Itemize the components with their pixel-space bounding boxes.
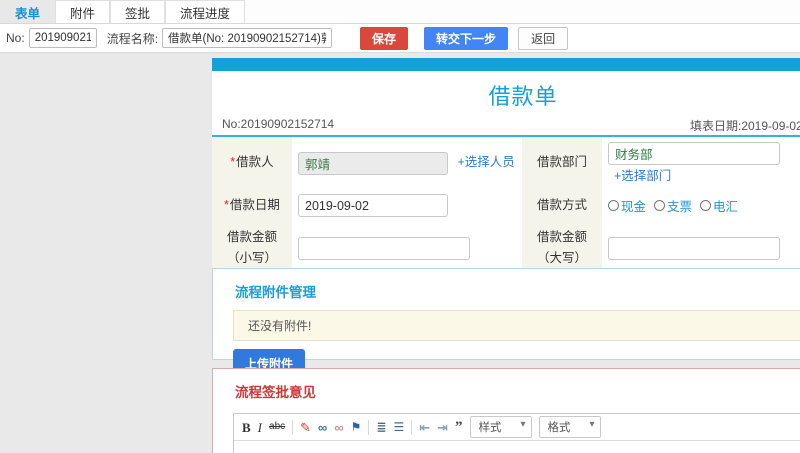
tab-progress[interactable]: 流程进度: [165, 0, 246, 23]
radio-wire-input[interactable]: [700, 200, 712, 211]
indent-icon[interactable]: ⇥: [437, 421, 448, 434]
table-row: *借款人 +选择人员 借款部门 +选择部门: [212, 137, 800, 189]
amount-upper-label: 借款金额（大写）: [536, 230, 587, 266]
form-meta: No:20190902152714 填表日期:2019-09-02 15:27:…: [212, 115, 800, 135]
borrower-label: 借款人: [236, 155, 274, 170]
page-title: 借款单: [488, 84, 558, 109]
toolbar-divider: [292, 419, 294, 435]
approval-title: 流程签批意见: [235, 385, 316, 400]
loan-method-label: 借款方式: [536, 197, 587, 212]
no-input[interactable]: [28, 28, 97, 48]
department-input[interactable]: [608, 142, 780, 165]
outdent-icon[interactable]: ⇤: [419, 421, 430, 434]
attachments-section: 流程附件管理 还没有附件! 上传附件: [212, 268, 800, 378]
borrower-input[interactable]: [298, 151, 448, 175]
select-department-link[interactable]: +选择部门: [614, 169, 671, 183]
loan-date-label: 借款日期: [229, 197, 280, 212]
radio-cash-input[interactable]: [608, 200, 619, 211]
bulleted-list-icon[interactable]: ☰: [393, 421, 404, 433]
table-row: *借款日期 借款方式 现金 支票 电汇: [212, 189, 800, 222]
radio-wire-label: 电汇: [713, 200, 739, 214]
blockquote-icon[interactable]: ”: [455, 419, 463, 435]
flow-name-input[interactable]: [162, 28, 333, 48]
select-person-link[interactable]: +选择人员: [457, 155, 514, 169]
form-header-bar: [212, 58, 800, 71]
attachments-title: 流程附件管理: [235, 285, 316, 300]
next-step-button[interactable]: 转交下一步: [424, 26, 509, 50]
toolbar-divider: [411, 419, 413, 435]
radio-cheque-label: 支票: [667, 200, 693, 214]
form-number: No:20190902152714: [222, 117, 335, 131]
approval-section: 流程签批意见 B I abc ✎ ∞ ∞ ⚑ ≣ ☰ ⇤ ⇥ ” 样式 格式: [212, 368, 800, 453]
content-area: 借款单 No:20190902152714 填表日期:2019-09-02 15…: [0, 53, 800, 453]
editor-content-area[interactable]: [234, 441, 800, 453]
radio-cheque[interactable]: 支票: [654, 196, 692, 215]
department-label: 借款部门: [536, 155, 587, 170]
required-asterisk: *: [224, 197, 229, 212]
table-row: 借款金额（小写） 借款金额（大写）: [212, 222, 800, 275]
command-bar: No: 流程名称: 保存 转交下一步 返回: [0, 24, 800, 53]
flag-icon[interactable]: ⚑: [351, 421, 362, 433]
strikethrough-icon[interactable]: abc: [269, 422, 285, 432]
bold-icon[interactable]: B: [242, 421, 251, 434]
loan-method-radiogroup: 现金 支票 电汇: [608, 196, 800, 215]
amount-lower-input[interactable]: [298, 236, 470, 260]
tab-approval[interactable]: 签批: [110, 0, 166, 23]
tab-form[interactable]: 表单: [0, 0, 56, 23]
required-asterisk: *: [230, 155, 236, 170]
tab-bar: 表单 附件 签批 流程进度: [0, 0, 800, 24]
format-dropdown[interactable]: 格式: [538, 416, 601, 438]
tab-attachments[interactable]: 附件: [55, 0, 111, 23]
toolbar-divider: [368, 419, 370, 435]
radio-cash-label: 现金: [621, 200, 647, 214]
radio-cash[interactable]: 现金: [608, 196, 646, 215]
no-attachments-message: 还没有附件!: [233, 310, 800, 341]
radio-cheque-input[interactable]: [654, 200, 666, 211]
amount-lower-label: 借款金额（小写）: [226, 230, 277, 266]
styles-dropdown[interactable]: 样式: [469, 416, 532, 438]
save-button[interactable]: 保存: [360, 26, 409, 50]
link-icon[interactable]: ∞: [318, 421, 327, 434]
numbered-list-icon[interactable]: ≣: [376, 421, 386, 433]
no-label: No:: [6, 31, 25, 45]
loan-date-input[interactable]: [298, 194, 448, 217]
remove-format-icon[interactable]: ✎: [300, 421, 311, 434]
form-fill-date: 填表日期:2019-09-02 15:27:1: [690, 119, 800, 133]
richtext-editor: B I abc ✎ ∞ ∞ ⚑ ≣ ☰ ⇤ ⇥ ” 样式 格式: [233, 413, 800, 453]
unlink-icon[interactable]: ∞: [334, 421, 343, 434]
back-button[interactable]: 返回: [518, 26, 569, 50]
italic-icon[interactable]: I: [258, 421, 262, 434]
flow-name-label: 流程名称:: [106, 31, 159, 46]
amount-upper-input[interactable]: [608, 236, 780, 260]
editor-toolbar: B I abc ✎ ∞ ∞ ⚑ ≣ ☰ ⇤ ⇥ ” 样式 格式: [234, 414, 800, 441]
radio-wire[interactable]: 电汇: [700, 196, 738, 215]
